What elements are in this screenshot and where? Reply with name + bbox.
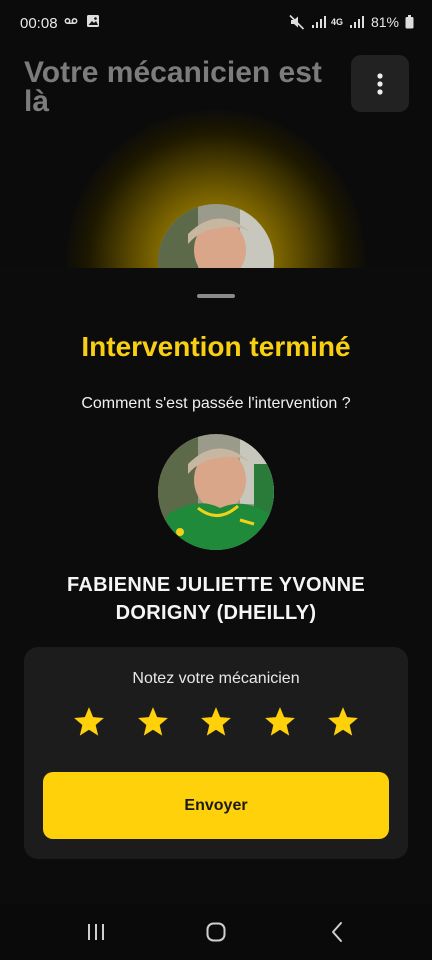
more-vertical-icon xyxy=(377,72,383,95)
signal-icon-2 xyxy=(349,16,364,28)
system-navigation-bar xyxy=(0,904,432,960)
signal-icon xyxy=(311,16,326,28)
recent-apps-icon[interactable] xyxy=(84,920,108,944)
star-rating xyxy=(72,705,360,739)
page-title: Votre mécanicien est là xyxy=(24,56,322,118)
mechanic-avatar xyxy=(158,434,274,550)
sheet-subtitle: Comment s'est passée l'intervention ? xyxy=(81,395,351,412)
star-icon-3[interactable] xyxy=(199,705,233,739)
star-icon-5[interactable] xyxy=(326,705,360,739)
more-options-button[interactable] xyxy=(351,55,409,112)
network-type-label: 4G xyxy=(330,17,343,27)
star-icon-2[interactable] xyxy=(136,705,170,739)
star-icon-4[interactable] xyxy=(263,705,297,739)
mute-icon xyxy=(289,14,305,30)
home-icon[interactable] xyxy=(204,920,228,944)
bottom-sheet: Intervention terminé Comment s'est passé… xyxy=(0,268,432,904)
send-button[interactable]: Envoyer xyxy=(43,772,389,839)
sheet-drag-handle[interactable] xyxy=(197,294,235,298)
voicemail-icon xyxy=(64,18,78,24)
mechanic-name: FABIENNE JULIETTE YVONNE DORIGNY (DHEILL… xyxy=(67,574,365,624)
battery-icon xyxy=(405,15,414,29)
rating-card: Notez votre mécanicien Envoyer xyxy=(24,647,408,859)
image-icon xyxy=(87,15,99,27)
rating-label: Notez votre mécanicien xyxy=(132,670,300,687)
battery-percent: 81% xyxy=(370,14,399,30)
back-icon[interactable] xyxy=(326,920,350,944)
status-bar: 00:08 4G 81% xyxy=(0,0,432,48)
star-icon-1[interactable] xyxy=(72,705,106,739)
mechanic-photo-icon xyxy=(158,434,274,550)
status-time: 00:08 xyxy=(20,15,58,32)
sheet-title: Intervention terminé xyxy=(81,331,351,362)
